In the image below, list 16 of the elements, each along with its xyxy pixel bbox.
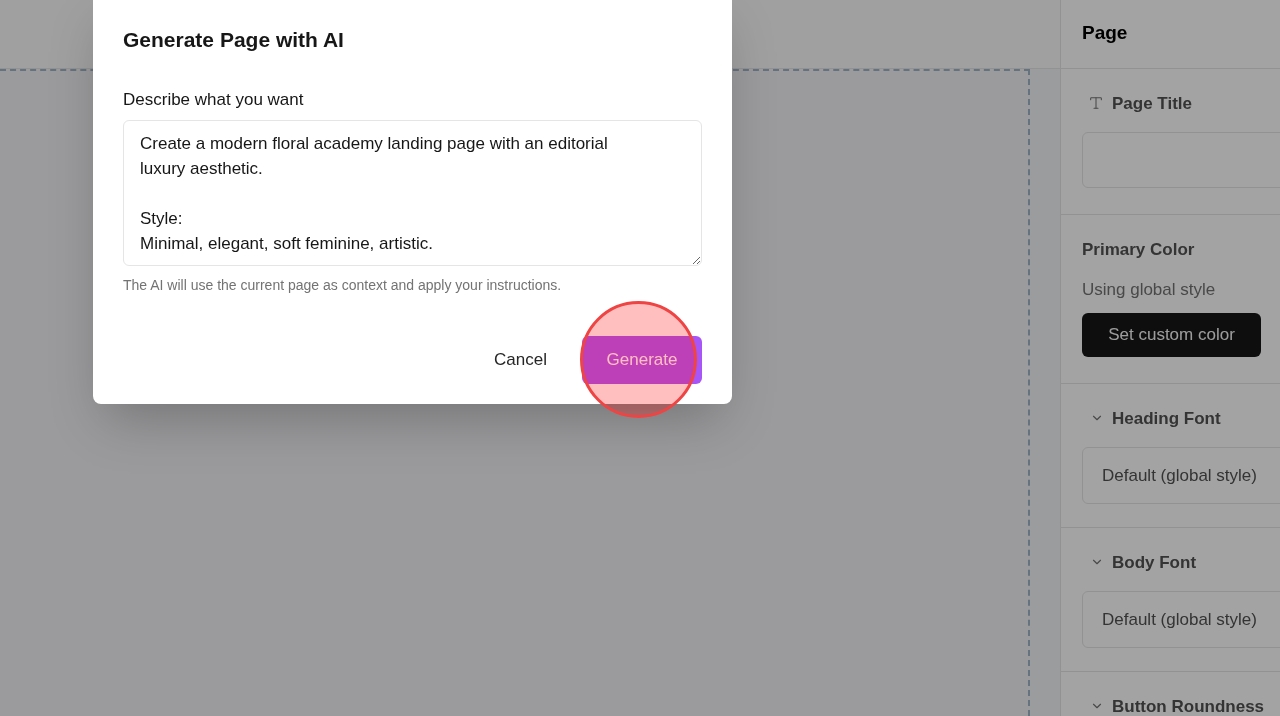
- font-select[interactable]: Default (global style): [1082, 447, 1280, 504]
- set-custom-color-button[interactable]: Set custom color: [1082, 313, 1261, 357]
- field-label: Body Font: [1112, 553, 1197, 571]
- hint-text: The AI will use the current page as context and apply your instructions.: [123, 276, 563, 295]
- text-type-icon: [1088, 95, 1104, 111]
- font-select[interactable]: Default (global style): [1082, 591, 1280, 648]
- field-label: Button Roundness: [1112, 697, 1265, 715]
- field-label: Page Title: [1112, 94, 1192, 112]
- field-label: Primary Color: [1082, 240, 1195, 258]
- status-text: Using global style: [1082, 279, 1216, 302]
- prompt-label: Describe what you want: [123, 89, 304, 112]
- cancel-button[interactable]: Cancel: [477, 336, 564, 384]
- field-label: Heading Font: [1112, 409, 1221, 427]
- prompt-textarea[interactable]: Create a modern floral academy landing page with an editorial luxury aesthetic. Style: Minimal, elegant, soft feminine, artistic.: [123, 120, 702, 266]
- dialog-title: Generate Page with AI: [123, 27, 345, 53]
- panel-title: Page: [1082, 20, 1128, 45]
